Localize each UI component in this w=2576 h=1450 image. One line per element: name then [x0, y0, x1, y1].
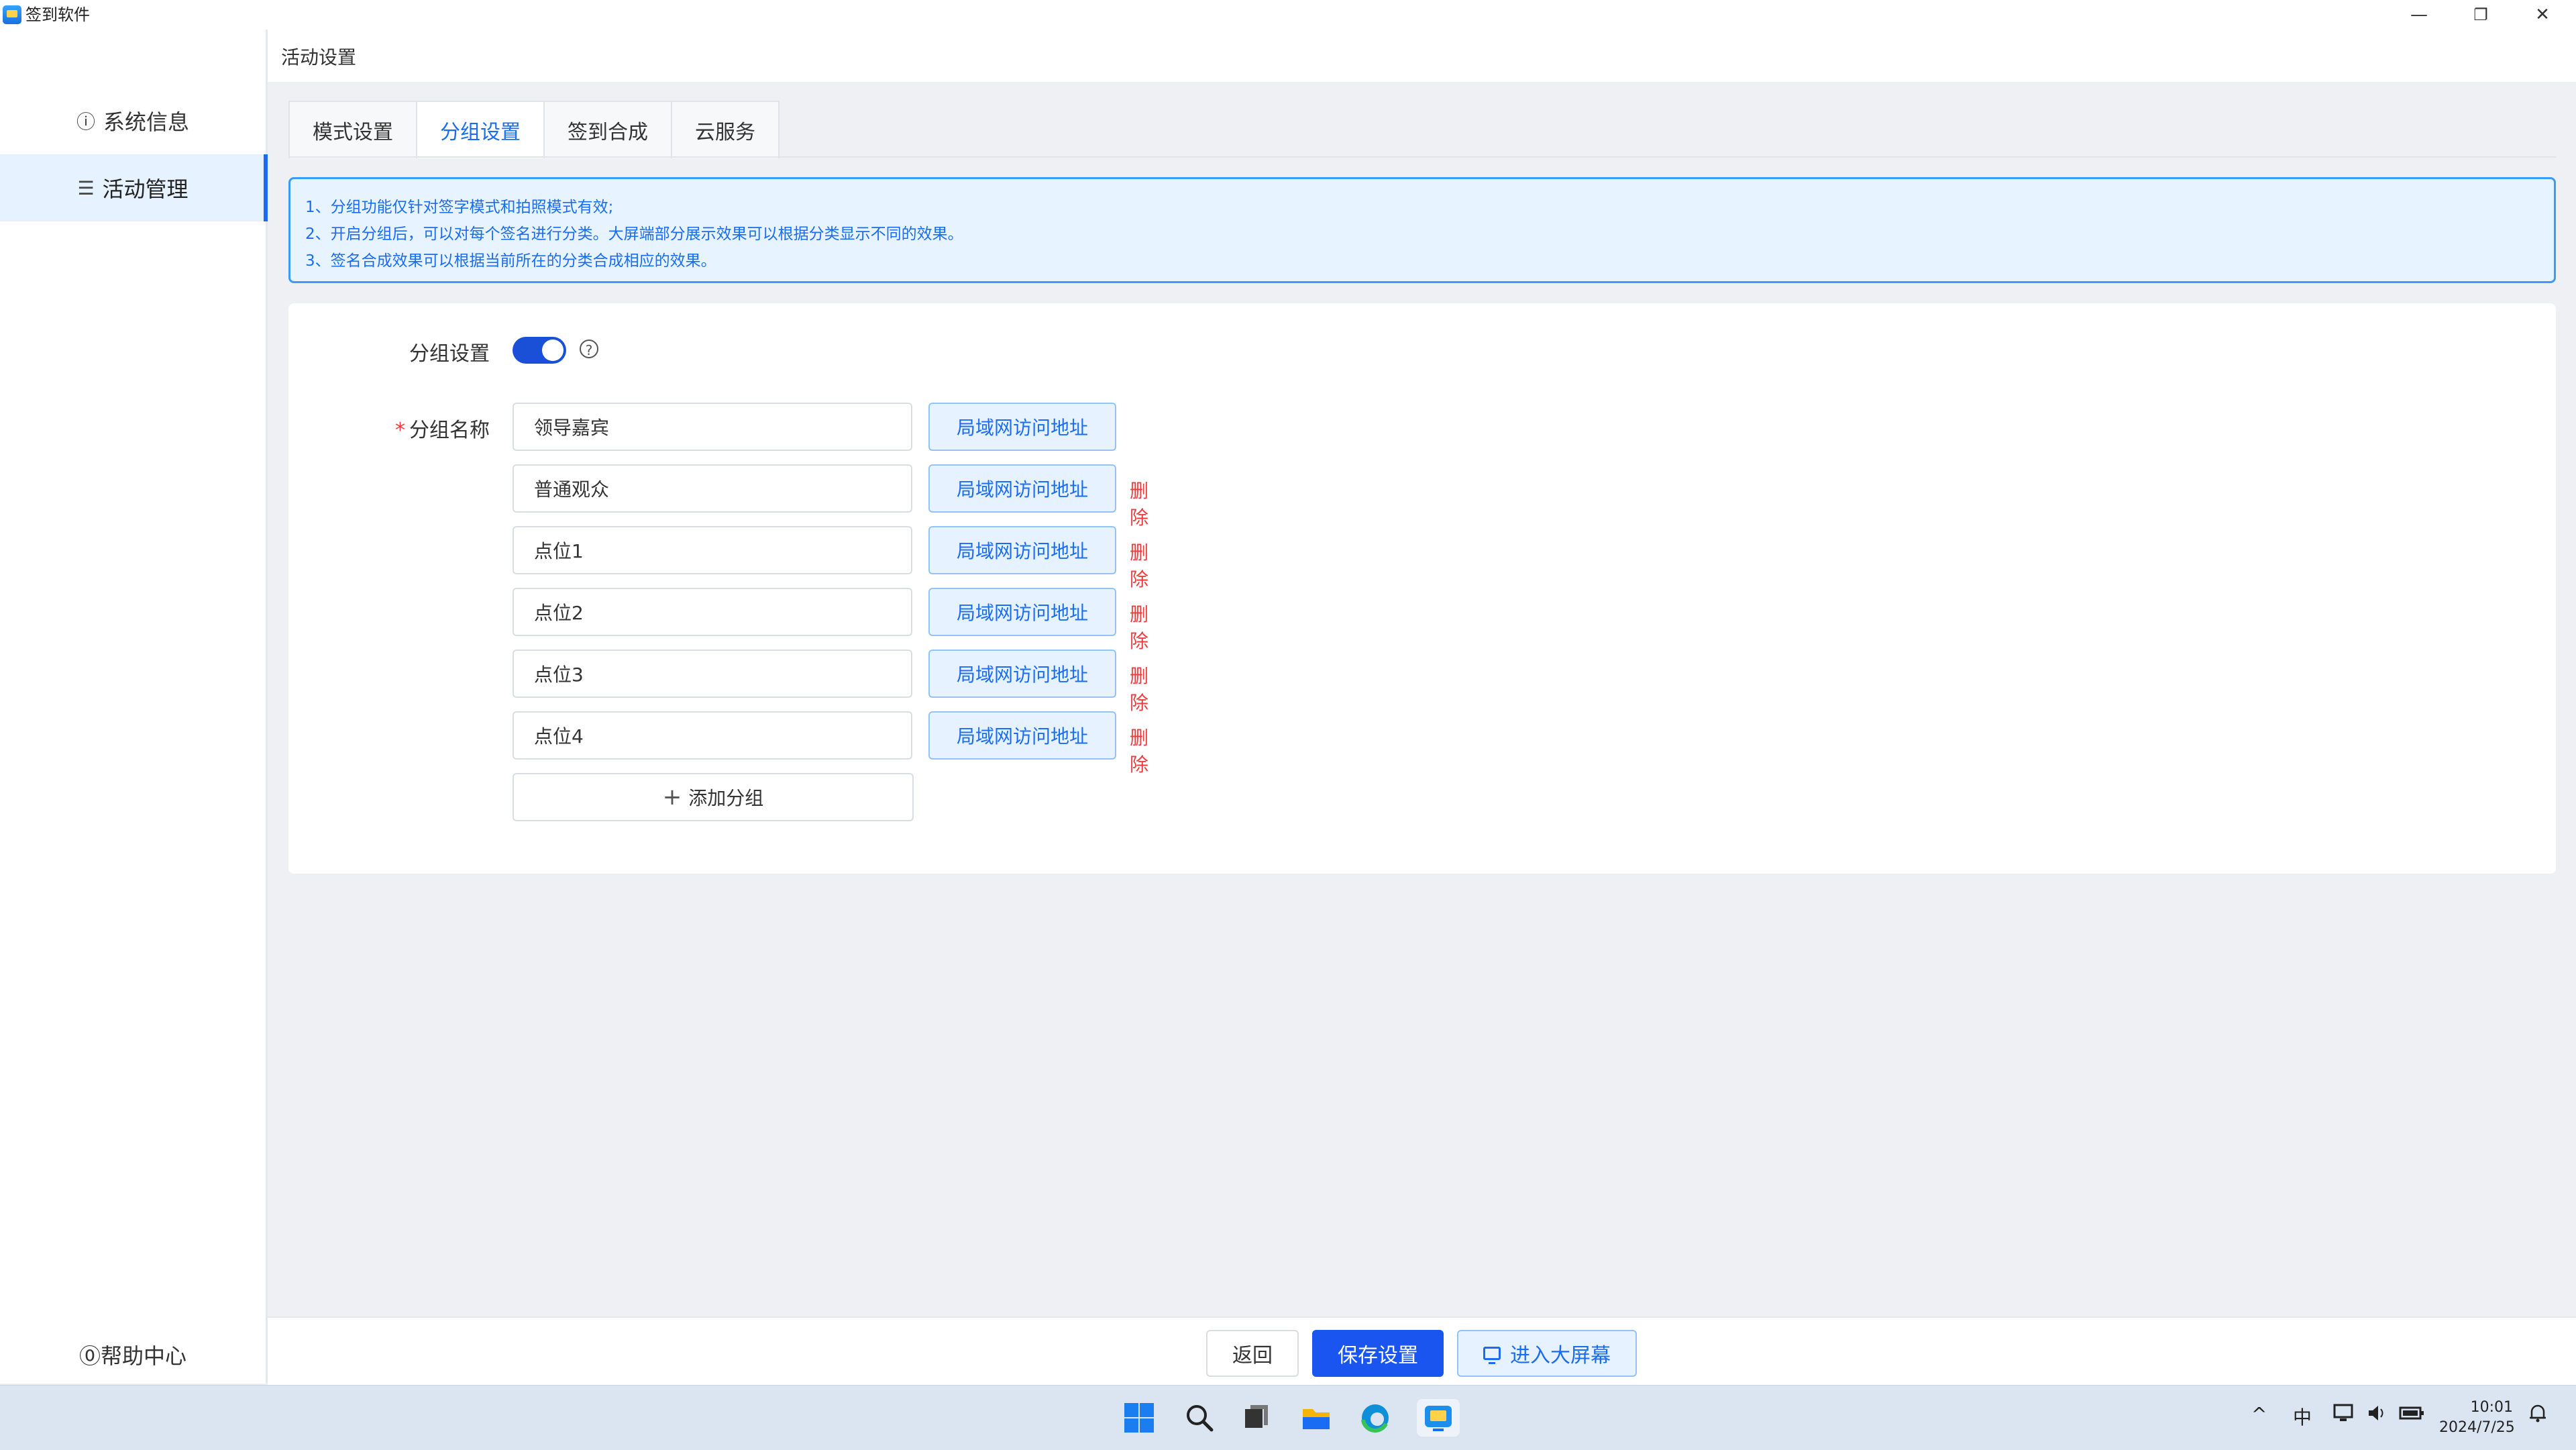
delete-group-link[interactable]: 删除 — [1130, 600, 1148, 654]
file-explorer-icon[interactable] — [1297, 1399, 1335, 1437]
lan-address-button[interactable]: 局域网访问地址 — [928, 588, 1116, 636]
enter-big-screen-button[interactable]: 进入大屏幕 — [1457, 1330, 1637, 1377]
save-settings-button[interactable]: 保存设置 — [1312, 1330, 1444, 1377]
start-icon[interactable] — [1120, 1399, 1158, 1437]
sidebar-item-activity-management[interactable]: ☰ 活动管理 — [0, 154, 268, 221]
group-name-input[interactable] — [513, 403, 912, 451]
close-button[interactable]: ✕ — [2512, 0, 2573, 30]
notification-bell-icon[interactable] — [2528, 1403, 2548, 1428]
sidebar-item-label: 系统信息 — [103, 109, 190, 135]
sidebar-item-label: 活动管理 — [102, 176, 189, 202]
network-icon[interactable] — [2333, 1403, 2356, 1428]
group-settings-card: 分组设置 ? *分组名称 局域网访问地址 局域网访问地址 删除 局域网访问地址 … — [288, 303, 2556, 874]
footer-bar: 返回 保存设置 进入大屏幕 — [268, 1316, 2576, 1385]
monitor-icon — [1483, 1347, 1501, 1364]
lan-address-button[interactable]: 局域网访问地址 — [928, 403, 1116, 451]
group-name-input[interactable] — [513, 588, 912, 636]
list-icon: ☰ — [77, 176, 95, 199]
clock-date: 2024/7/25 — [2439, 1419, 2515, 1436]
group-toggle-switch[interactable] — [513, 337, 566, 364]
task-view-icon[interactable] — [1238, 1399, 1275, 1437]
tab-cloud-service[interactable]: 云服务 — [672, 102, 778, 158]
plus-icon: + — [662, 784, 682, 811]
group-name-input[interactable] — [513, 650, 912, 698]
notice-line: 1、分组功能仅针对签字模式和拍照模式有效; — [305, 199, 614, 216]
sign-in-app-taskbar-icon[interactable] — [1417, 1399, 1460, 1437]
notice-line: 2、开启分组后，可以对每个签名进行分类。大屏端部分展示效果可以根据分类显示不同的… — [305, 225, 963, 243]
enter-big-screen-label: 进入大屏幕 — [1510, 1344, 1611, 1367]
delete-group-link[interactable]: 删除 — [1130, 662, 1148, 715]
lan-address-button[interactable]: 局域网访问地址 — [928, 526, 1116, 574]
group-name-input[interactable] — [513, 711, 912, 760]
sidebar-item-system-info[interactable]: ⓘ 系统信息 — [0, 87, 266, 154]
search-icon[interactable] — [1181, 1399, 1218, 1437]
settings-tabs: 模式设置 分组设置 签到合成 云服务 — [288, 101, 780, 158]
tab-group-settings[interactable]: 分组设置 — [417, 102, 545, 158]
info-icon: ⓘ — [76, 111, 95, 133]
question-icon[interactable]: ? — [580, 340, 598, 358]
add-group-button[interactable]: + 添加分组 — [513, 773, 914, 821]
group-name-input[interactable] — [513, 526, 912, 574]
group-toggle-label: 分组设置 — [409, 342, 490, 366]
lan-address-button[interactable]: 局域网访问地址 — [928, 464, 1116, 513]
delete-group-link[interactable]: 删除 — [1130, 723, 1148, 777]
notice-line: 3、签名合成效果可以根据当前所在的分类合成相应的效果。 — [305, 252, 716, 270]
battery-icon[interactable] — [2399, 1403, 2426, 1428]
page-title: 活动设置 — [281, 46, 357, 68]
group-name-label-text: 分组名称 — [409, 419, 490, 442]
tray-overflow-chevron[interactable]: ^ — [2251, 1403, 2267, 1425]
add-group-label: 添加分组 — [688, 787, 764, 809]
group-name-input[interactable] — [513, 464, 912, 513]
tabs-divider — [288, 156, 2556, 158]
page-header: 活动设置 — [268, 30, 2576, 82]
window-title: 签到软件 — [25, 5, 90, 24]
tab-sign-composite[interactable]: 签到合成 — [545, 102, 672, 158]
lan-address-button[interactable]: 局域网访问地址 — [928, 711, 1116, 760]
taskbar: ^ 中 10:01 2024/7/25 — [0, 1385, 2576, 1450]
tab-mode-settings[interactable]: 模式设置 — [290, 102, 417, 158]
info-notice: 1、分组功能仅针对签字模式和拍照模式有效; 2、开启分组后，可以对每个签名进行分… — [288, 177, 2556, 283]
lan-address-button[interactable]: 局域网访问地址 — [928, 650, 1116, 698]
help-center-link[interactable]: ⓪帮助中心 — [0, 1339, 266, 1370]
edge-browser-icon[interactable] — [1356, 1399, 1394, 1437]
title-bar: 签到软件 — ❐ ✕ — [0, 0, 2576, 30]
toggle-knob — [542, 340, 564, 361]
minimize-button[interactable]: — — [2388, 0, 2450, 30]
ime-indicator[interactable]: 中 — [2293, 1403, 2312, 1430]
required-mark: * — [395, 419, 405, 442]
app-icon — [3, 5, 21, 24]
clock-time: 10:01 — [2470, 1399, 2513, 1416]
sidebar: ⓘ 系统信息 ☰ 活动管理 ⓪帮助中心 — [0, 30, 268, 1384]
delete-group-link[interactable]: 删除 — [1130, 538, 1148, 592]
back-button[interactable]: 返回 — [1206, 1330, 1299, 1377]
restore-button[interactable]: ❐ — [2450, 0, 2512, 30]
taskbar-clock[interactable]: 10:01 2024/7/25 — [2439, 1398, 2515, 1438]
group-name-label: * 分组名称 — [288, 413, 490, 443]
delete-group-link[interactable]: 删除 — [1130, 476, 1148, 530]
volume-icon[interactable] — [2367, 1403, 2390, 1428]
